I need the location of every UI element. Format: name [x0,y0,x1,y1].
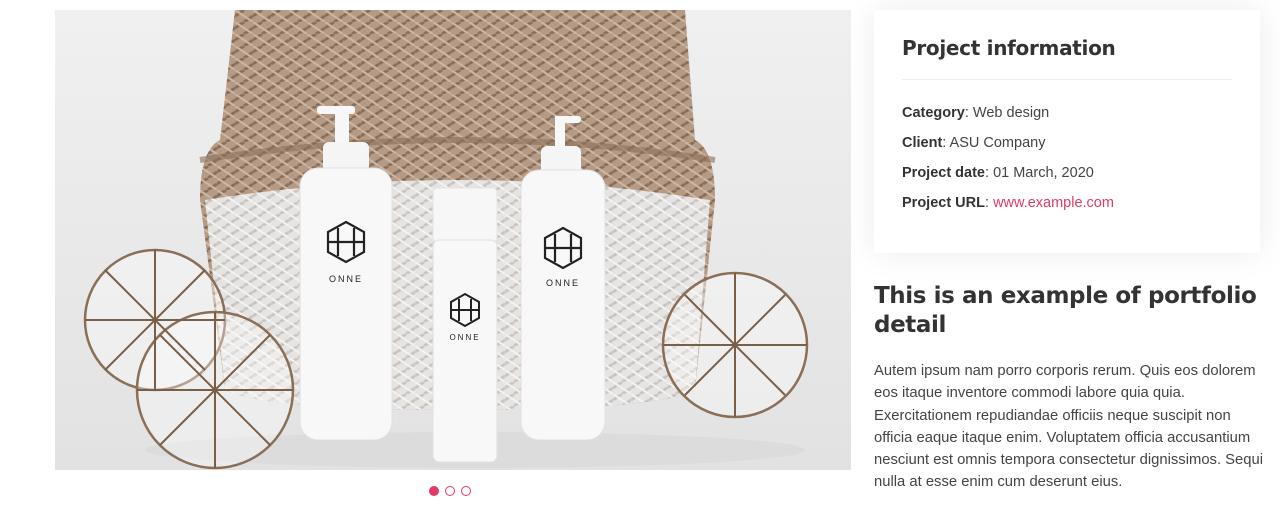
date-value: 01 March, 2020 [993,165,1094,181]
slider-dot-1[interactable] [429,486,439,496]
svg-text:ONNE: ONNE [546,278,580,288]
portfolio-slider[interactable]: ONNE ONNE ONNE [55,10,851,470]
svg-text:ONNE: ONNE [449,333,480,342]
project-info-title: Project information [902,36,1232,80]
portfolio-description: This is an example of portfolio detail A… [874,282,1264,494]
info-item-category: Category: Web design [902,105,1050,121]
info-item-date: Project date: 01 March, 2020 [902,165,1094,181]
description-body: Autem ipsum nam porro corporis rerum. Qu… [874,363,1264,491]
project-info-card: Project information Category: Web design… [874,10,1260,253]
product-photo: ONNE ONNE ONNE [55,10,851,470]
category-value: Web design [972,105,1050,121]
slider-pagination [429,485,471,497]
project-info-list: Category: Web design Client: ASU Company… [902,98,1232,218]
svg-text:ONNE: ONNE [329,274,363,284]
slider-dot-2[interactable] [445,486,455,496]
slider-dot-3[interactable] [461,486,471,496]
description-heading: This is an example of portfolio detail [874,283,1257,338]
info-item-url: Project URL: www.example.com [902,195,1114,211]
info-item-client: Client: ASU Company [902,135,1046,151]
project-url-link[interactable]: www.example.com [993,195,1114,211]
client-value: ASU Company [949,135,1046,151]
